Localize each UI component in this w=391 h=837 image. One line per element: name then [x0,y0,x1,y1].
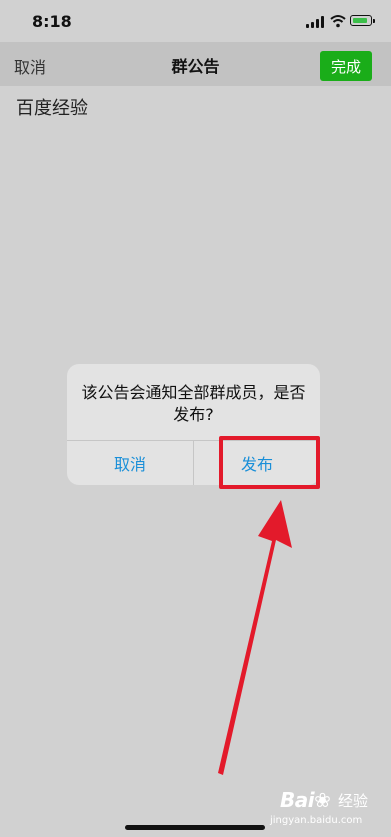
baidu-watermark: Bai❀ 经验 jingyan.baidu.com [262,786,382,832]
wifi-icon [330,15,346,28]
annotation-highlight-box [219,436,320,489]
status-bar: 8:18 [0,0,391,42]
status-time: 8:18 [32,12,72,31]
done-button[interactable]: 完成 [320,51,372,81]
watermark-url: jingyan.baidu.com [270,815,363,826]
watermark-brand-suffix: 经验 [338,792,369,810]
dialog-message: 该公告会通知全部群成员，是否发布? [81,383,306,424]
cellular-signal-icon [306,16,326,28]
battery-icon [350,15,375,26]
announcement-text[interactable]: 百度经验 [16,94,88,120]
watermark-brand: Bai❀ [280,788,331,812]
dialog-cancel-button[interactable]: 取消 [67,441,193,485]
home-indicator [125,825,265,830]
